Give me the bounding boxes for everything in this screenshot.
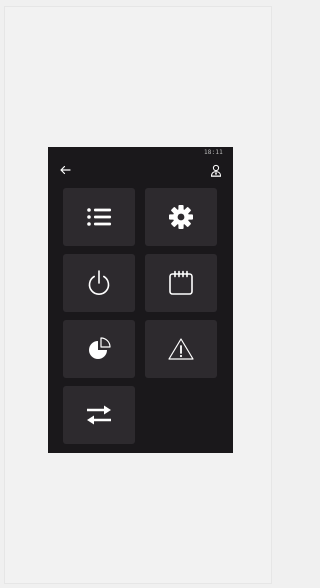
- statistics-tile[interactable]: [63, 320, 135, 378]
- warning-icon: [167, 337, 195, 361]
- user-button[interactable]: [209, 162, 223, 178]
- list-tile[interactable]: [63, 188, 135, 246]
- calendar-tile[interactable]: [145, 254, 217, 312]
- arrow-left-icon: [60, 165, 71, 175]
- calendar-icon: [168, 270, 194, 296]
- user-icon: [211, 164, 221, 177]
- power-icon: [86, 269, 112, 297]
- transfer-tile[interactable]: [63, 386, 135, 444]
- swap-arrows-icon: [85, 403, 113, 427]
- status-time: 18:11: [203, 149, 223, 156]
- power-tile[interactable]: [63, 254, 135, 312]
- list-icon: [86, 206, 112, 228]
- gear-icon: [168, 204, 194, 230]
- back-button[interactable]: [58, 163, 72, 177]
- warning-tile[interactable]: [145, 320, 217, 378]
- device-screen: 18:11: [48, 147, 233, 453]
- settings-tile[interactable]: [145, 188, 217, 246]
- pie-chart-icon: [86, 336, 112, 362]
